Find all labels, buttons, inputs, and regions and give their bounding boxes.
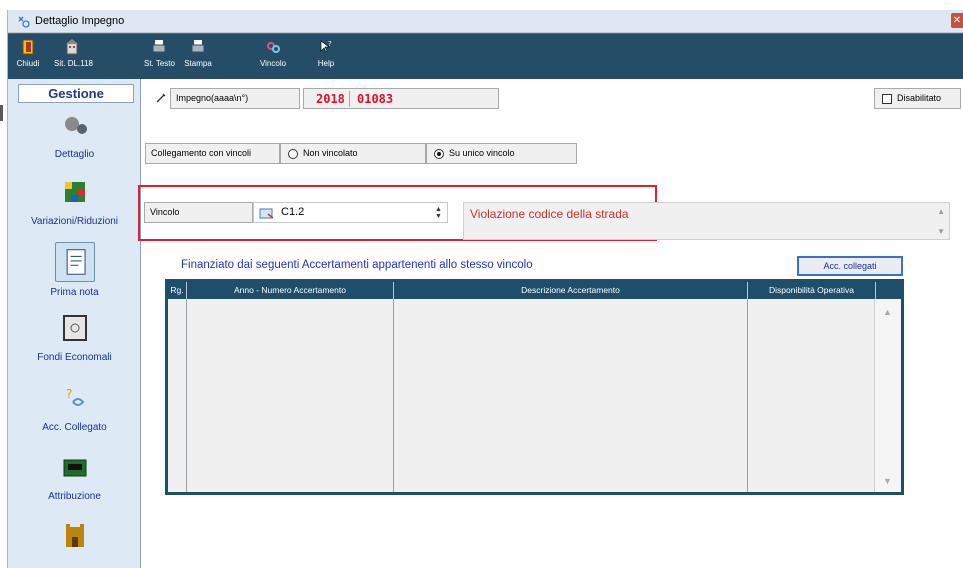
title-bar: Dettaglio Impegno ✕ [8,10,963,33]
svg-text:?: ? [328,40,332,48]
sidebar-item-label: Fondi Economali [37,352,112,363]
sidebar-item-prima-nota[interactable]: Prima nota [8,242,141,298]
radio-dot [288,149,298,159]
active-item-frame [54,242,95,282]
svg-text:?: ? [66,387,72,401]
table-body: ▲ ▼ [168,299,901,492]
vincolo-label: Vincolo [144,202,253,223]
column-header-anno-numero[interactable]: Anno - Numero Accertamento [187,282,394,299]
sit-dl118-label: Sit. DL.118 [54,59,93,68]
scroll-down-icon[interactable]: ▼ [937,227,945,236]
stampa-label: Stampa [184,59,212,68]
door-exit-icon [22,39,34,55]
spinner-icon[interactable]: ▲ ▼ [435,206,443,220]
chiudi-button[interactable]: Chiudi [14,38,42,76]
impegno-year: 2018 [316,92,345,106]
vincolo-label: Vincolo [259,59,287,68]
vincolo-input[interactable]: C1.2 ▲ ▼ [253,202,448,223]
link-icon [267,42,280,53]
magnifier-icon [64,117,87,134]
collegamento-label: Collegamento con vincoli [145,143,280,164]
printer-icon [191,40,205,53]
radio-label: Su unico vincolo [449,148,515,158]
chiudi-label: Chiudi [16,59,40,68]
castle-icon [65,524,84,547]
column-header-disponibilita[interactable]: Disponibilità Operativa [748,282,876,299]
sidebar-item-label: Dettaglio [54,149,95,160]
sidebar-item-label: Acc. Collegato [42,422,107,433]
sit-dl118-button[interactable]: Sit. DL.118 [54,38,93,76]
sidebar-item-acc-collegato[interactable]: ? Acc. Collegato [8,382,141,433]
help-arrow-icon: ? [320,40,332,53]
vincolo-button[interactable]: Vincolo [258,38,288,76]
radio-label: Non vincolato [303,148,358,158]
st-testo-label: St. Testo [144,59,175,68]
accertamenti-table: Rg. Anno - Numero Accertamento Descrizio… [165,279,904,495]
acc-collegati-button[interactable]: Acc. collegati [797,256,903,276]
sidebar-item-extra[interactable] [8,519,141,559]
sidebar-header: Gestione [18,84,134,103]
sidebar-item-label: Attribuzione [48,491,101,502]
sidebar-item-dettaglio[interactable]: Dettaglio [8,109,141,160]
disabilitato-checkbox[interactable]: Disabilitato [874,88,961,109]
edge-marker [0,105,3,121]
key-link-icon: ? [66,387,84,406]
sidebar: Gestione Dettaglio Variazioni/Riduzioni … [8,79,141,568]
column-descrizione [394,299,748,492]
st-testo-button[interactable]: St. Testo [144,38,175,76]
sidebar-item-label: Variazioni/Riduzioni [30,216,119,227]
checkbox-box [882,94,892,104]
window-title: Dettaglio Impegno [35,15,125,27]
app-icon [18,16,30,28]
window-left-edge [0,10,8,568]
vincolo-description-area: Violazione codice della strada ▲ ▼ [463,202,950,240]
pencil-icon [156,93,166,103]
scroll-up-icon[interactable]: ▲ [883,307,892,317]
impegno-number: 01083 [357,92,394,106]
column-disponibilita [748,299,876,492]
printer-text-icon [152,40,166,53]
impegno-value-box: 2018 01083 [303,88,499,109]
table-scrollbar[interactable]: ▲ ▼ [874,299,901,492]
scroll-up-icon[interactable]: ▲ [937,207,945,216]
sidebar-item-fondi-economali[interactable]: Fondi Economali [8,312,141,363]
toolbar: Chiudi Sit. DL.118 St. Testo Stampa Vinc… [8,33,963,79]
column-rg [168,299,187,492]
rubik-cube-icon [64,182,85,202]
column-header-descrizione[interactable]: Descrizione Accertamento [394,282,748,299]
help-button[interactable]: ? Help [314,38,338,76]
building-icon [66,39,78,55]
impegno-divider [349,91,350,107]
column-anno-numero [187,299,394,492]
disabilitato-label: Disabilitato [897,93,942,103]
radio-su-unico-vincolo[interactable]: Su unico vincolo [426,143,577,164]
column-header-rg[interactable]: Rg. [168,282,187,299]
vincolo-description: Violazione codice della strada [470,207,629,221]
close-window-button[interactable]: ✕ [951,13,963,28]
vincolo-value: C1.2 [281,206,305,218]
sidebar-item-attribuzione[interactable]: Attribuzione [8,451,141,502]
sidebar-item-variazioni[interactable]: Variazioni/Riduzioni [8,176,141,227]
lookup-icon[interactable] [259,207,275,220]
sidebar-item-label: Prima nota [50,287,99,298]
impegno-label: Impegno(aaaa\n°) [170,88,300,109]
radio-non-vincolato[interactable]: Non vincolato [280,143,426,164]
cash-register-icon [63,459,86,477]
scroll-down-icon[interactable]: ▼ [883,476,892,486]
help-label: Help [317,59,335,68]
safe-icon [62,315,87,341]
finanziato-title: Finanziato dai seguenti Accertamenti app… [181,259,533,271]
notepad-icon [66,249,86,275]
stampa-button[interactable]: Stampa [184,38,212,76]
radio-dot-selected [434,149,444,159]
